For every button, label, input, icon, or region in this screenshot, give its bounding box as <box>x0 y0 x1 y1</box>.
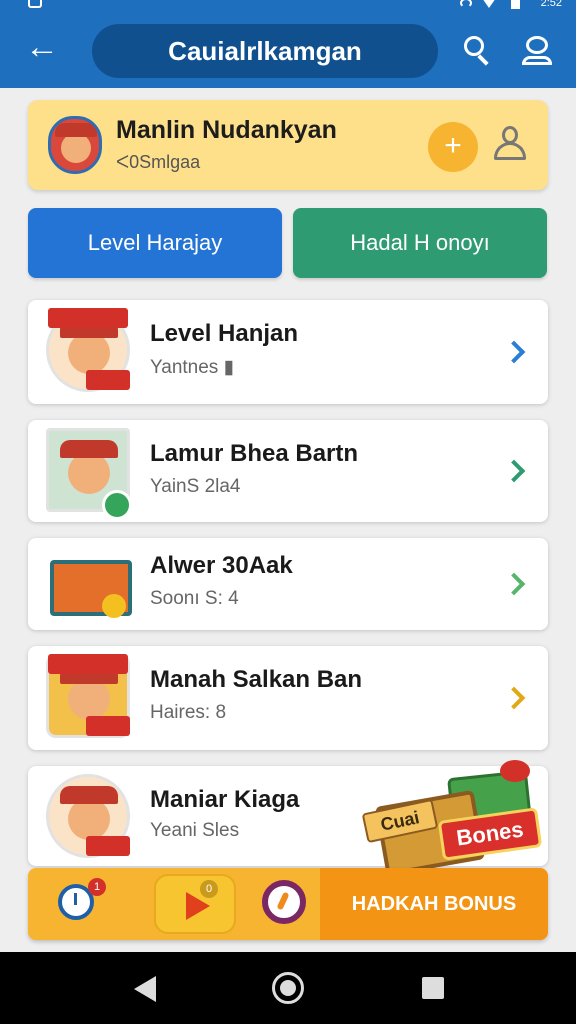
list-item[interactable]: Lamur Bhea Bartn YainS 2la4 <box>28 420 548 522</box>
chevron-right-icon <box>502 459 526 483</box>
person-icon[interactable] <box>494 126 526 162</box>
item-title: Level Hanjan <box>150 320 299 347</box>
play-button[interactable] <box>154 874 236 934</box>
status-bar: 2:52 <box>0 0 576 12</box>
notification-icon <box>28 0 42 8</box>
wifi-icon <box>460 0 472 8</box>
character-avatar <box>46 774 134 862</box>
character-avatar <box>46 308 134 396</box>
item-title: Maniar Kiaga <box>150 786 300 813</box>
tab-bonus[interactable]: Hadal H onoyı <box>293 208 547 278</box>
page-title: Cauialrlkamgan <box>92 24 438 78</box>
app-bar: ← Cauialrlkamgan <box>0 12 576 88</box>
system-nav-bar <box>0 952 576 1024</box>
item-title: Lamur Bhea Bartn <box>150 440 359 467</box>
tab-level[interactable]: Level Harajay <box>28 208 282 278</box>
nav-back-icon[interactable] <box>134 976 156 1002</box>
chevron-right-icon <box>502 340 526 364</box>
avatar <box>48 116 102 174</box>
list-item[interactable]: Manah Salkan Ban Haires: 8 <box>28 646 548 750</box>
signal-icon <box>482 0 496 8</box>
bonus-chest-graphic[interactable]: Cuai Bones <box>350 760 560 877</box>
list-item[interactable]: Level Hanjan Yantnes ▮ <box>28 300 548 404</box>
item-subtitle: Haires: 8 <box>150 702 227 723</box>
item-subtitle: YainS 2la4 <box>150 476 241 497</box>
treasure-icon <box>46 542 134 630</box>
item-title: Manah Salkan Ban <box>150 666 363 693</box>
profile-name: Manlin Nudankyan <box>116 116 337 144</box>
account-icon[interactable] <box>522 36 552 66</box>
item-subtitle: Soonı S: 4 <box>150 588 239 609</box>
play-badge: 0 <box>200 880 218 898</box>
status-time: 2:52 <box>540 0 562 9</box>
character-avatar <box>46 654 134 742</box>
battery-icon <box>511 0 520 9</box>
item-title: Alwer 30Aak <box>150 552 293 579</box>
nav-home-icon[interactable] <box>272 972 304 1004</box>
nav-recents-icon[interactable] <box>422 977 444 999</box>
profile-subtitle: ᐸ0Smlgaa <box>116 152 201 172</box>
compass-icon[interactable] <box>262 880 306 924</box>
clock-badge: 1 <box>88 878 106 896</box>
arrow-left-icon[interactable]: ← <box>24 30 60 68</box>
list-item[interactable]: Alwer 30Aak Soonı S: 4 <box>28 538 548 630</box>
search-icon[interactable] <box>462 36 492 66</box>
add-button[interactable]: + <box>428 122 478 172</box>
item-subtitle: Yantnes ▮ <box>150 357 235 378</box>
item-subtitle: Yeani Sles <box>150 820 240 841</box>
character-avatar <box>46 428 134 520</box>
chevron-right-icon <box>502 572 526 596</box>
chevron-right-icon <box>502 686 526 710</box>
bottom-action-bar: 1 0 HADKAH BONUS <box>28 868 548 940</box>
bonus-button[interactable]: HADKAH BONUS <box>320 868 548 940</box>
profile-card: Manlin Nudankyan ᐸ0Smlgaa + <box>28 100 548 190</box>
